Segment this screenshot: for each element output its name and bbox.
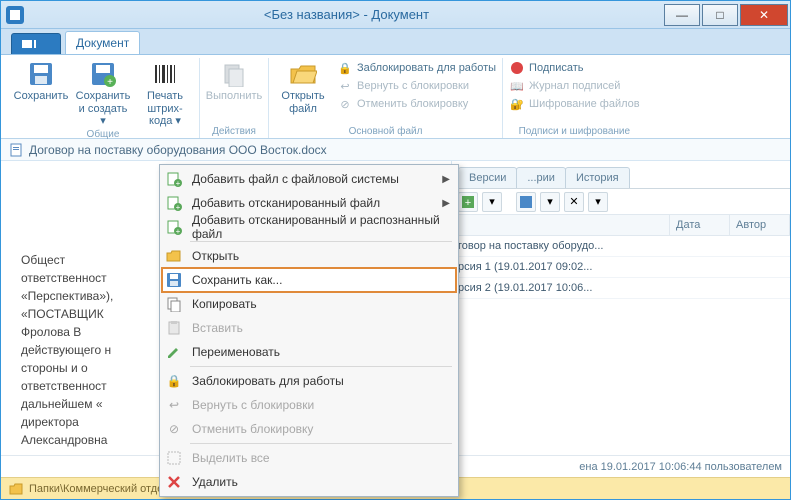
execute-button: Выполнить — [206, 58, 262, 125]
ribbon-tabbar: Документ — [1, 29, 790, 55]
svg-text:+: + — [176, 179, 181, 187]
cancel-icon: ⊘ — [337, 96, 353, 112]
toolbar-save-button[interactable] — [516, 192, 536, 212]
col-author[interactable]: Автор — [730, 215, 790, 235]
return-icon: ↩ — [337, 78, 353, 94]
right-pane: Версии ...рии История + ▾ ▾ ✕ ▾ Дата Авт… — [451, 161, 790, 471]
return-from-lock-button: ↩Вернуть с блокировки — [337, 78, 496, 94]
print-barcode-button[interactable]: Печать штрих-кода ▾ — [137, 58, 193, 128]
cm-select-all: Выделить все — [162, 446, 456, 470]
add-file-icon: + — [164, 169, 184, 189]
cm-open[interactable]: Открыть — [162, 244, 456, 268]
ribbon: Сохранить + Сохранить и создать ▾ Печать… — [1, 55, 790, 139]
lock-icon: 🔒 — [164, 371, 184, 391]
sign-journal-button: 📖Журнал подписей — [509, 78, 640, 94]
svg-text:+: + — [107, 77, 113, 87]
toolbar-btn6[interactable]: ▾ — [588, 192, 608, 212]
save-create-icon: + — [88, 60, 118, 88]
cm-lock-for-work[interactable]: 🔒 Заблокировать для работы — [162, 369, 456, 393]
toolbar-btn4[interactable]: ▾ — [540, 192, 560, 212]
tab-versions[interactable]: Версии — [458, 167, 517, 188]
paste-icon — [164, 318, 184, 338]
svg-text:+: + — [465, 197, 471, 208]
sign-icon — [509, 60, 525, 76]
close-button[interactable]: ✕ — [740, 4, 788, 26]
cm-cancel-lock: ⊘ Отменить блокировку — [162, 417, 456, 441]
submenu-arrow-icon: ▶ — [442, 198, 450, 209]
window-title: <Без названия> - Документ — [29, 7, 664, 22]
ribbon-group-actions: Действия — [206, 125, 262, 138]
add-scan-ocr-icon: + — [164, 217, 184, 237]
app-window: <Без названия> - Документ — □ ✕ Документ… — [0, 0, 791, 500]
save-and-create-button[interactable]: + Сохранить и создать ▾ — [75, 58, 131, 128]
col-date[interactable]: Дата — [670, 215, 730, 235]
toolbar-delete-button[interactable]: ✕ — [564, 192, 584, 212]
window-buttons: — □ ✕ — [664, 4, 790, 26]
folder-icon — [9, 483, 23, 495]
file-tab[interactable] — [11, 33, 61, 54]
right-toolbar: + ▾ ▾ ✕ ▾ — [452, 189, 790, 215]
rename-icon — [164, 342, 184, 362]
cm-return-lock: ↩ Вернуть с блокировки — [162, 393, 456, 417]
encrypt-files-button: 🔐Шифрование файлов — [509, 96, 640, 112]
save-button[interactable]: Сохранить — [13, 58, 69, 128]
sign-button[interactable]: Подписать — [509, 60, 640, 76]
folder-open-icon — [288, 60, 318, 88]
document-title-row: Договор на поставку оборудования ООО Вос… — [1, 139, 790, 161]
cm-rename[interactable]: Переименовать — [162, 340, 456, 364]
select-all-icon — [164, 448, 184, 468]
app-logo — [1, 3, 29, 27]
copy-icon — [164, 294, 184, 314]
cm-paste: Вставить — [162, 316, 456, 340]
document-tab[interactable]: Документ — [65, 31, 140, 54]
submenu-arrow-icon: ▶ — [442, 174, 450, 185]
minimize-button[interactable]: — — [664, 4, 700, 26]
return-icon: ↩ — [164, 395, 184, 415]
versions-header: Дата Автор — [452, 215, 790, 236]
barcode-icon — [150, 60, 180, 88]
cm-add-from-fs[interactable]: + Добавить файл с файловой системы ▶ — [162, 167, 456, 191]
open-icon — [164, 246, 184, 266]
maximize-button[interactable]: □ — [702, 4, 738, 26]
list-item[interactable]: рсия 2 (19.01.2017 10:06... — [452, 278, 790, 299]
journal-icon: 📖 — [509, 78, 525, 94]
ribbon-group-common: Общие — [13, 128, 193, 141]
document-title: Договор на поставку оборудования ООО Вос… — [29, 143, 327, 157]
toolbar-add-button[interactable]: + — [458, 192, 478, 212]
titlebar: <Без названия> - Документ — □ ✕ — [1, 1, 790, 29]
save-as-icon — [164, 270, 184, 290]
list-item[interactable]: рсия 1 (19.01.2017 09:02... — [452, 257, 790, 278]
lock-for-work-button[interactable]: 🔒Заблокировать для работы — [337, 60, 496, 76]
toolbar-btn2[interactable]: ▾ — [482, 192, 502, 212]
svg-text:+: + — [176, 227, 181, 235]
context-menu: + Добавить файл с файловой системы ▶ + Д… — [159, 164, 459, 497]
cancel-icon: ⊘ — [164, 419, 184, 439]
add-scan-icon: + — [164, 193, 184, 213]
save-icon — [26, 60, 56, 88]
cm-copy[interactable]: Копировать — [162, 292, 456, 316]
encrypt-icon: 🔐 — [509, 96, 525, 112]
open-file-button[interactable]: Открыть файл — [275, 58, 331, 125]
delete-icon — [164, 472, 184, 492]
right-tabs: Версии ...рии История — [452, 161, 790, 189]
cm-add-scanned-ocr[interactable]: + Добавить отсканированный и распознанны… — [162, 215, 456, 239]
tab-middle[interactable]: ...рии — [516, 167, 566, 188]
cm-add-scanned[interactable]: + Добавить отсканированный файл ▶ — [162, 191, 456, 215]
tab-history[interactable]: История — [565, 167, 630, 188]
execute-icon — [219, 60, 249, 88]
ribbon-group-mainfile: Основной файл — [275, 125, 496, 138]
doc-icon — [9, 143, 23, 157]
cm-save-as[interactable]: Сохранить как... — [162, 268, 456, 292]
lock-icon: 🔒 — [337, 60, 353, 76]
svg-text:+: + — [176, 203, 181, 211]
cm-delete[interactable]: Удалить — [162, 470, 456, 494]
cancel-lock-button: ⊘Отменить блокировку — [337, 96, 496, 112]
list-item[interactable]: говор на поставку оборудо... — [452, 236, 790, 257]
ribbon-group-sign: Подписи и шифрование — [509, 125, 640, 138]
